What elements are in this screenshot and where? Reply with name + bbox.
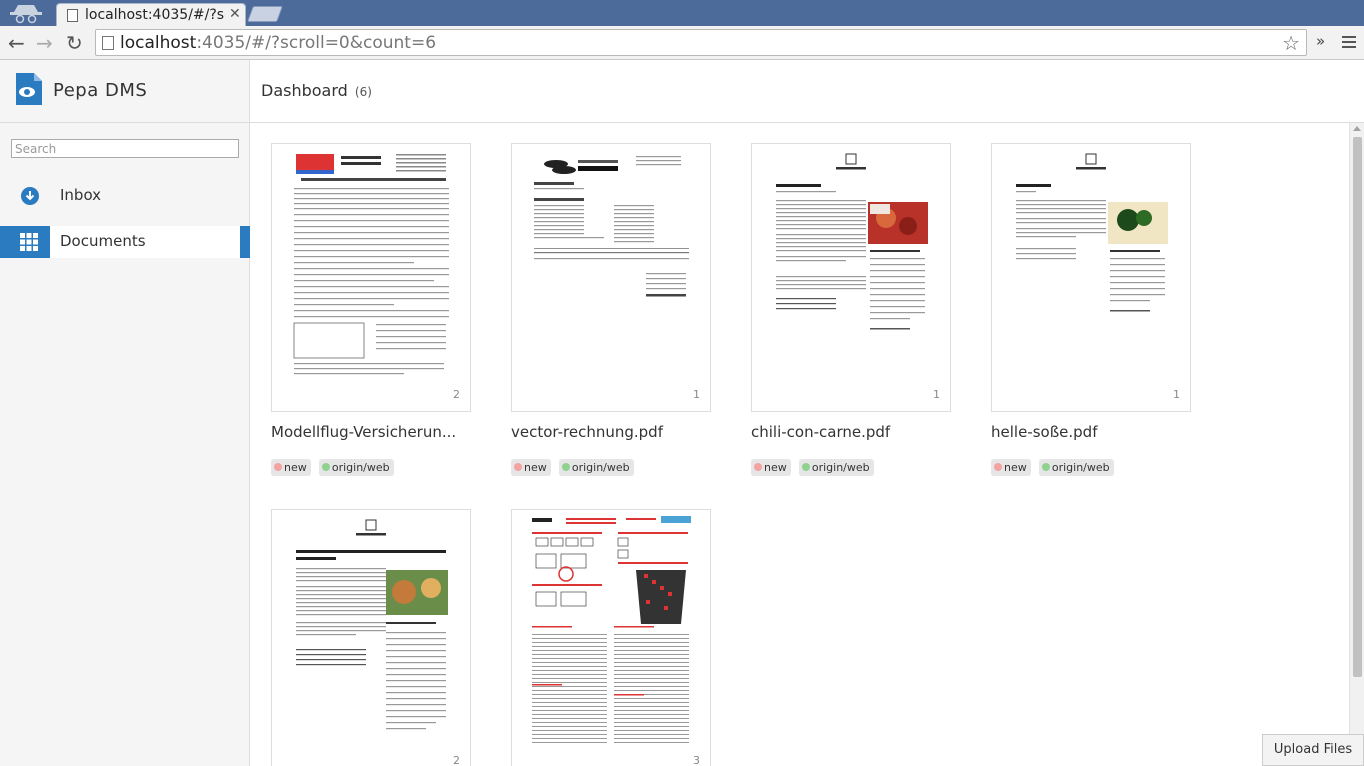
sidebar-item-documents[interactable]: Documents [0, 226, 250, 258]
document-preview [1016, 153, 1168, 312]
document-filename[interactable]: chili-con-carne.pdf [751, 423, 956, 441]
browser-tab[interactable]: localhost:4035/#/?scroll=0&count=6 ✕ [56, 3, 246, 26]
forward-icon[interactable]: → [36, 31, 53, 55]
reload-icon[interactable]: ↻ [66, 31, 83, 55]
document-filename[interactable]: vector-rechnung.pdf [511, 423, 716, 441]
sidebar-item-label: Inbox [60, 186, 102, 204]
document-eye-icon [16, 73, 42, 105]
bookmark-star-icon[interactable]: ☆ [1282, 31, 1300, 55]
document-thumbnail[interactable]: 3 [511, 509, 711, 766]
tag-list: new origin/web [751, 456, 877, 476]
search-input[interactable] [11, 139, 239, 158]
address-bar[interactable]: localhost:4035/#/?scroll=0&count=6 ☆ [95, 29, 1307, 56]
url-text: localhost:4035/#/?scroll=0&count=6 [120, 33, 437, 53]
tag-new[interactable]: new [751, 459, 791, 476]
page-header: Dashboard (6) [250, 60, 1364, 123]
tag-list: new origin/web [511, 456, 637, 476]
page-count: 1 [1173, 388, 1180, 401]
tab-title: localhost:4035/#/?scroll=0&count=6 [85, 7, 225, 23]
page-count: 2 [453, 754, 460, 766]
page-count: 1 [933, 388, 940, 401]
document-preview [532, 516, 691, 743]
page-icon [67, 9, 78, 22]
tag-origin-web[interactable]: origin/web [798, 459, 874, 476]
extensions-chevron-icon[interactable]: » [1316, 32, 1325, 50]
document-thumbnail[interactable]: 2 [271, 509, 471, 766]
document-filename[interactable]: helle-soße.pdf [991, 423, 1196, 441]
back-icon[interactable]: ← [8, 31, 25, 55]
app: Pepa DMS Inbox Documents Dashboard ( [0, 60, 1364, 766]
document-thumbnail[interactable]: 1 [991, 143, 1191, 412]
page-count: 1 [693, 388, 700, 401]
tag-list: new origin/web [991, 456, 1117, 476]
document-thumbnail[interactable]: 2 [271, 143, 471, 412]
scrollbar-thumb[interactable] [1353, 137, 1362, 677]
tag-new[interactable]: new [991, 459, 1031, 476]
incognito-icon [10, 5, 42, 24]
tag-origin-web[interactable]: origin/web [1038, 459, 1114, 476]
grid-icon [20, 233, 38, 251]
document-preview [534, 156, 689, 297]
document-thumbnail[interactable]: 1 [751, 143, 951, 412]
close-icon[interactable]: ✕ [229, 6, 241, 22]
page-title: Dashboard (6) [261, 81, 372, 100]
document-filename[interactable]: Modellflug-Versicherun... [271, 423, 476, 441]
tag-list: new origin/web [271, 456, 397, 476]
page-count: 3 [693, 754, 700, 766]
download-circle-icon [21, 187, 39, 205]
sidebar-item-label: Documents [60, 232, 146, 250]
sidebar: Pepa DMS Inbox Documents [0, 60, 250, 766]
scrollbar[interactable] [1349, 123, 1364, 766]
document-thumbnail[interactable]: 1 [511, 143, 711, 412]
tag-new[interactable]: new [511, 459, 551, 476]
document-preview [296, 519, 448, 730]
page-count: 2 [453, 388, 460, 401]
new-tab-button[interactable] [247, 6, 283, 22]
scroll-up-arrow-icon[interactable] [1353, 126, 1361, 131]
page-icon [102, 36, 114, 50]
document-count: (6) [354, 85, 372, 99]
browser-tab-bar: localhost:4035/#/?scroll=0&count=6 ✕ [0, 0, 1364, 26]
document-grid: 2 Modellflug-Versicherun... new origin/w… [250, 123, 1364, 766]
tag-new[interactable]: new [271, 459, 311, 476]
tag-origin-web[interactable]: origin/web [318, 459, 394, 476]
browser-toolbar: ← → ↻ localhost:4035/#/?scroll=0&count=6… [0, 26, 1364, 60]
upload-files-button[interactable]: Upload Files [1262, 734, 1364, 766]
document-preview [776, 153, 928, 330]
tag-origin-web[interactable]: origin/web [558, 459, 634, 476]
app-name: Pepa DMS [53, 80, 148, 101]
document-preview [293, 154, 449, 375]
menu-icon[interactable] [1342, 36, 1356, 48]
sidebar-item-inbox[interactable]: Inbox [0, 180, 250, 212]
brand: Pepa DMS [0, 60, 250, 123]
